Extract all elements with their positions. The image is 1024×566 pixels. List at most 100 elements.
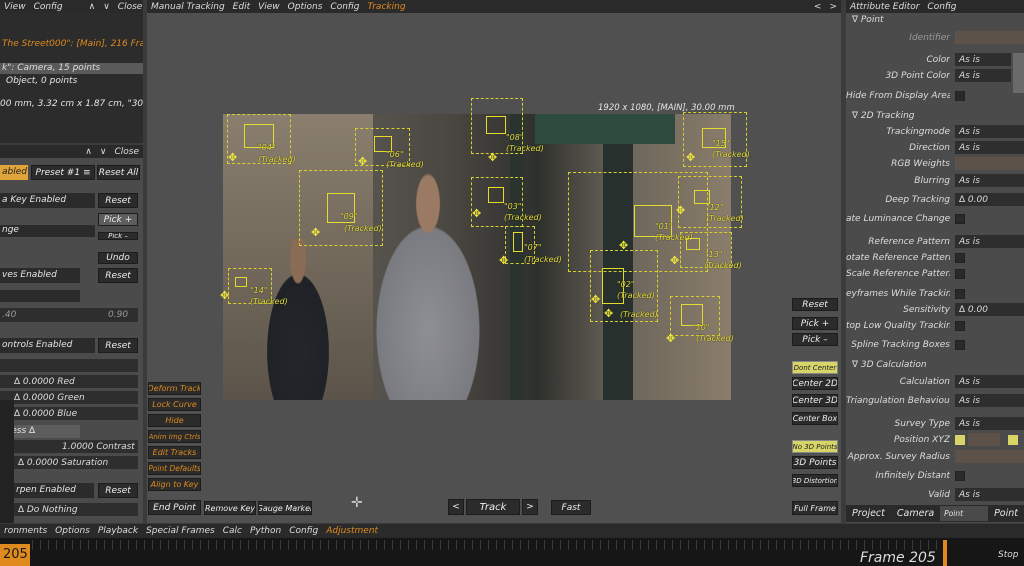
tab-project[interactable]: Project	[846, 508, 891, 519]
reset-luma-button[interactable]: Reset	[98, 193, 138, 208]
menu-edit[interactable]: Edit	[233, 2, 250, 12]
color-select[interactable]: As is	[955, 53, 1011, 66]
enabled-toggle[interactable]: abled	[0, 165, 28, 180]
sensitivity-value[interactable]: ∆ 0.00	[955, 303, 1024, 316]
red-field[interactable]	[0, 359, 138, 372]
remove-key-button[interactable]: Remove Key	[204, 501, 256, 515]
blue-value[interactable]: ∆ 0.0000 Blue	[0, 407, 138, 420]
dont-center-button[interactable]: Dont Center	[792, 361, 838, 374]
menu-close[interactable]: Close	[118, 2, 143, 12]
preset-select[interactable]: Preset #1 ≡	[31, 165, 95, 180]
tab-point-group[interactable]: Point Group	[940, 506, 989, 533]
object-line-1[interactable]: The Street000": [Main], 216 Fram	[2, 39, 143, 49]
survey-radius-field[interactable]	[955, 450, 1024, 463]
full-frame-button[interactable]: Full Frame	[792, 501, 838, 515]
menu-options[interactable]: Options	[288, 2, 323, 12]
menu-config-bottom[interactable]: Config	[289, 526, 318, 536]
spline-boxes-checkbox[interactable]	[955, 340, 965, 350]
3d-point-color-select[interactable]: As is	[955, 69, 1011, 82]
gauge-marker-button[interactable]: Gauge Marker	[258, 501, 312, 515]
reset-all-button[interactable]: Reset All	[97, 165, 140, 180]
center-2d-button[interactable]: Center 2D	[792, 377, 838, 390]
track-button[interactable]: Track	[466, 499, 520, 515]
saturation-value[interactable]: ∆ 0.0000 Saturation	[14, 456, 138, 469]
track-prev-button[interactable]: <	[448, 499, 464, 515]
current-frame-box[interactable]: 205	[0, 544, 30, 566]
3d-calculation-section[interactable]: ∇ 3D Calculation	[852, 360, 927, 370]
pick-minus-left[interactable]: Pick –	[98, 232, 138, 240]
undo-button[interactable]: Undo	[98, 252, 138, 264]
menu-down[interactable]: ∨	[103, 2, 110, 12]
position-x-field[interactable]	[968, 433, 1000, 446]
menu-python[interactable]: Python	[250, 526, 281, 536]
attribute-config-menu[interactable]: Config	[927, 2, 956, 12]
fast-button[interactable]: Fast	[551, 500, 591, 515]
playhead-marker[interactable]	[943, 540, 947, 566]
end-point-button[interactable]: End Point	[148, 500, 201, 515]
rgb-weights-field[interactable]	[955, 157, 1024, 170]
red-value[interactable]: ∆ 0.0000 Red	[0, 375, 138, 388]
lock-curve-button[interactable]: Lock Curve	[148, 398, 201, 411]
direction-select[interactable]: As is	[955, 141, 1024, 154]
menu-playback[interactable]: Playback	[98, 526, 138, 536]
contrast-value[interactable]: 1.0000 Contrast (	[14, 440, 138, 453]
next-window-button[interactable]: >	[829, 2, 837, 12]
point-section[interactable]: ∇ Point	[852, 15, 884, 25]
deep-tracking-value[interactable]: ∆ 0.00	[955, 193, 1024, 206]
stop-button[interactable]: Stop	[998, 550, 1018, 560]
curves-toggle[interactable]: ves Enabled	[0, 268, 80, 283]
calculation-select[interactable]: As is	[955, 375, 1024, 388]
attribute-editor-title[interactable]: Attribute Editor	[850, 2, 919, 12]
triangulation-select[interactable]: As is	[955, 394, 1024, 407]
prev-window-button[interactable]: <	[814, 2, 822, 12]
pick-plus-right-button[interactable]: Pick +	[792, 317, 838, 330]
pick-plus-left[interactable]: Pick +	[98, 213, 138, 226]
luminance-changes-checkbox[interactable]	[955, 214, 965, 224]
menu-up[interactable]: ∧	[89, 2, 96, 12]
anim-img-ctrls-button[interactable]: Anim Img Ctrls	[148, 430, 201, 443]
menu-adjustment[interactable]: Adjustment	[326, 526, 378, 536]
menu-config-center[interactable]: Config	[330, 2, 359, 12]
position-y-checkbox[interactable]	[1008, 435, 1018, 445]
controls-toggle[interactable]: ontrols Enabled	[0, 338, 95, 353]
menu-view[interactable]: View	[4, 2, 26, 12]
3d-points-button[interactable]: 3D Points	[792, 456, 838, 469]
sharpen-toggle[interactable]: rpen Enabled	[14, 483, 94, 498]
object-line-2[interactable]: k": Camera, 15 points	[0, 63, 143, 74]
reset-curves-button[interactable]: Reset	[98, 268, 138, 283]
menu-calc[interactable]: Calc	[223, 526, 242, 536]
infinitely-distant-checkbox[interactable]	[955, 471, 965, 481]
identifier-field[interactable]	[955, 31, 1024, 44]
menu-environments[interactable]: ronments	[4, 526, 47, 536]
mid-menu-up[interactable]: ∧	[85, 147, 92, 157]
green-value[interactable]: ∆ 0.0000 Green	[0, 391, 138, 404]
pick-minus-right-button[interactable]: Pick –	[792, 333, 838, 346]
position-x-checkbox[interactable]	[955, 435, 965, 445]
tab-point[interactable]: Point	[988, 508, 1024, 519]
scrollbar-thumb[interactable]	[1013, 53, 1024, 93]
no-3d-points-button[interactable]: No 3D Points	[792, 440, 838, 453]
reset-right-button[interactable]: Reset	[792, 298, 838, 311]
object-line-3[interactable]: Object, 0 points	[6, 76, 77, 86]
menu-options-bottom[interactable]: Options	[55, 526, 90, 536]
curves-range-field[interactable]: .40 0.90	[0, 308, 138, 322]
curves-bar[interactable]	[0, 290, 80, 302]
2d-tracking-section[interactable]: ∇ 2D Tracking	[852, 111, 915, 121]
edit-tracks-button[interactable]: Edit Tracks	[148, 446, 201, 459]
blurring-select[interactable]: As is	[955, 174, 1024, 187]
tab-camera[interactable]: Camera	[891, 508, 940, 519]
deform-track-button[interactable]: Deform Track	[148, 382, 201, 395]
low-quality-checkbox[interactable]	[955, 321, 965, 331]
menu-special-frames[interactable]: Special Frames	[146, 526, 215, 536]
survey-type-select[interactable]: As is	[955, 417, 1024, 430]
mid-menu-close[interactable]: Close	[114, 147, 139, 157]
valid-select[interactable]: As is	[955, 488, 1024, 501]
align-to-key-button[interactable]: Align to Key	[148, 478, 201, 491]
mid-menu-down[interactable]: ∨	[100, 147, 107, 157]
sharpen-mode-value[interactable]: ∆ Do Nothing	[14, 503, 138, 516]
menu-view-center[interactable]: View	[258, 2, 280, 12]
trackingmode-select[interactable]: As is	[955, 125, 1024, 138]
3d-distortion-button[interactable]: 3D Distortion	[792, 474, 838, 487]
luma-key-toggle[interactable]: a Key Enabled	[0, 193, 95, 208]
track-next-button[interactable]: >	[522, 499, 538, 515]
